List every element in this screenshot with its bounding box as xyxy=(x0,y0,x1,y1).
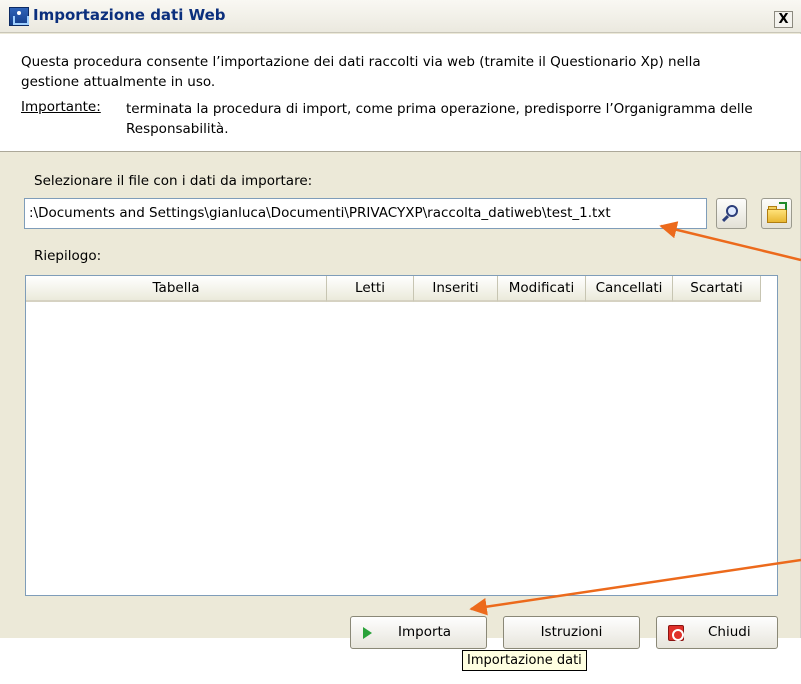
close-button[interactable]: Chiudi xyxy=(656,616,778,649)
summary-table[interactable]: Tabella Letti Inseriti Modificati Cancel… xyxy=(25,275,778,596)
play-icon xyxy=(363,627,372,639)
close-window-button[interactable]: X xyxy=(774,11,793,28)
info-panel: Questa procedura consente l’importazione… xyxy=(0,34,801,152)
instructions-button-label: Istruzioni xyxy=(540,624,603,640)
column-header-modificati[interactable]: Modificati xyxy=(498,276,586,302)
close-button-label: Chiudi xyxy=(708,624,751,640)
instructions-button[interactable]: Istruzioni xyxy=(503,616,640,649)
important-label: Importante: xyxy=(21,99,101,115)
browse-search-button[interactable] xyxy=(716,198,747,229)
column-header-inseriti[interactable]: Inseriti xyxy=(414,276,498,302)
summary-label: Riepilogo: xyxy=(34,248,102,264)
title-bar[interactable]: Importazione dati Web X xyxy=(0,0,801,33)
open-folder-button[interactable] xyxy=(761,198,792,229)
column-header-letti[interactable]: Letti xyxy=(327,276,414,302)
import-button-label: Importa xyxy=(398,624,452,640)
import-dialog: Importazione dati Web X Questa procedura… xyxy=(0,0,801,638)
info-description-line-2: gestione attualmente in uso. xyxy=(21,74,216,90)
app-import-icon xyxy=(9,7,29,26)
column-header-cancellati[interactable]: Cancellati xyxy=(586,276,673,302)
important-text: terminata la procedura di import, come p… xyxy=(126,101,753,137)
info-description-line-1: Questa procedura consente l’importazione… xyxy=(21,54,701,70)
stop-icon xyxy=(668,625,684,641)
summary-table-scroll-area[interactable] xyxy=(761,302,777,595)
file-path-input[interactable]: :\Documents and Settings\gianluca\Docume… xyxy=(24,198,707,229)
column-header-scartati[interactable]: Scartati xyxy=(673,276,761,302)
file-select-label: Selezionare il file con i dati da import… xyxy=(34,173,313,189)
import-button[interactable]: Importa xyxy=(350,616,487,649)
summary-table-header: Tabella Letti Inseriti Modificati Cancel… xyxy=(26,276,761,302)
import-tooltip: Importazione dati xyxy=(462,650,587,671)
window-title: Importazione dati Web xyxy=(33,6,226,24)
column-header-tabella[interactable]: Tabella xyxy=(26,276,327,302)
